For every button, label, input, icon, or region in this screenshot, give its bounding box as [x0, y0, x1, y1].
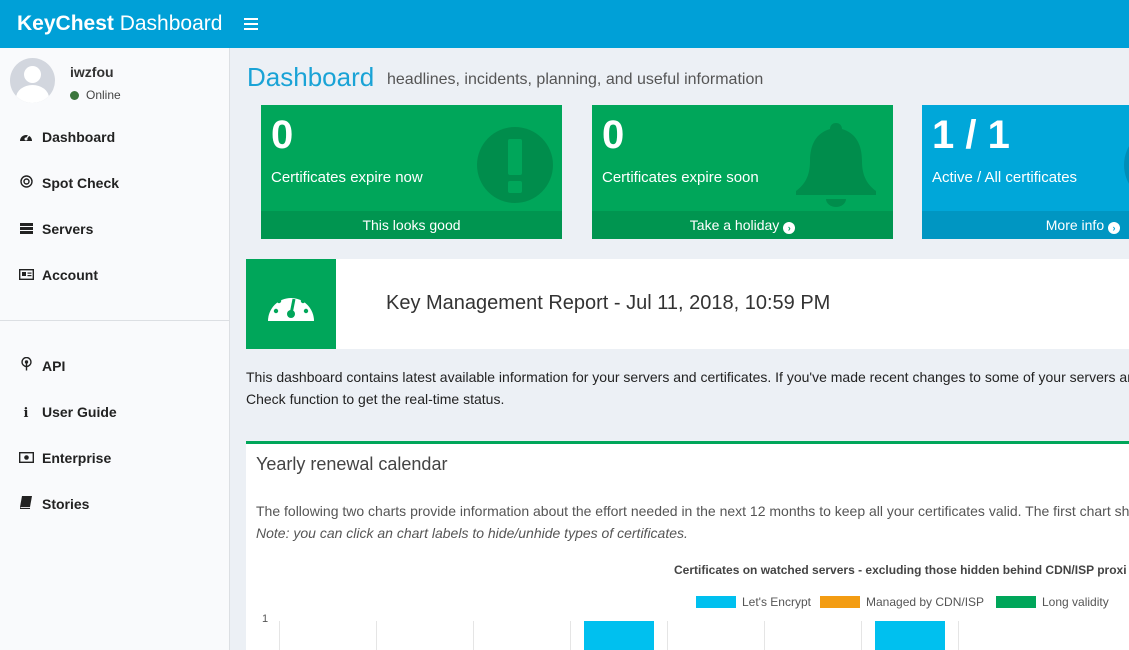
- intro-line-1: This dashboard contains latest available…: [246, 369, 1129, 385]
- sidebar-item-spot-check[interactable]: Spot Check: [0, 163, 229, 203]
- arrow-circle-right-icon: ›: [1108, 222, 1120, 234]
- info-icon: i: [23, 406, 29, 421]
- sidebar-item-dashboard[interactable]: Dashboard: [0, 117, 229, 157]
- grid-line: [376, 621, 377, 650]
- book-icon: [18, 485, 34, 525]
- sidebar-item-label: Dashboard: [42, 129, 116, 145]
- sidebar-item-api[interactable]: API: [0, 346, 229, 386]
- grid-line: [861, 621, 862, 650]
- legend-lets-encrypt[interactable]: Let's Encrypt: [696, 595, 811, 609]
- online-dot-icon: [70, 91, 79, 100]
- panel-desc-text: The following two charts provide informa…: [256, 503, 1129, 519]
- user-panel: iwzfou Online: [0, 48, 230, 110]
- legend-swatch: [696, 596, 736, 608]
- user-status-label: Online: [86, 88, 121, 102]
- grid-line: [570, 621, 571, 650]
- legend-label: Let's Encrypt: [742, 595, 811, 609]
- user-status: Online: [70, 88, 121, 102]
- sidebar-item-label: Servers: [42, 221, 94, 237]
- stat-footer-label: Take a holiday: [689, 217, 780, 233]
- stat-value: 0: [602, 113, 625, 157]
- chart-bar[interactable]: [875, 621, 945, 650]
- arrow-circle-right-icon: ›: [783, 222, 796, 234]
- app-logo[interactable]: KeyChest Dashboard: [0, 0, 230, 48]
- speedometer-icon: [18, 118, 34, 158]
- top-navbar: KeyChest Dashboard: [0, 0, 1129, 48]
- panel-description: The following two charts provide informa…: [256, 500, 1129, 544]
- renewal-calendar-panel: Yearly renewal calendar The following tw…: [246, 441, 1129, 650]
- grid-line: [473, 621, 474, 650]
- report-banner: Key Management Report - Jul 11, 2018, 10…: [246, 259, 1129, 349]
- stat-value: 1 / 1: [932, 113, 1010, 157]
- legend-long-validity[interactable]: Long validity: [996, 595, 1109, 609]
- grid-line: [279, 621, 280, 650]
- id-card-icon: [18, 256, 34, 296]
- legend-label: Managed by CDN/ISP: [866, 595, 985, 609]
- sidebar-item-label: Account: [42, 267, 98, 283]
- legend-swatch: [996, 596, 1036, 608]
- y-tick-label: 1: [262, 613, 269, 625]
- intro-text: This dashboard contains latest available…: [246, 366, 1129, 410]
- panel-title: Yearly renewal calendar: [256, 454, 448, 474]
- sidebar-item-label: Enterprise: [42, 450, 112, 466]
- target-icon: [18, 164, 34, 204]
- user-name: iwzfou: [70, 64, 114, 80]
- grid-line: [667, 621, 668, 650]
- hamburger-icon[interactable]: [240, 12, 262, 36]
- sidebar-item-account[interactable]: Account: [0, 255, 229, 295]
- server-icon: [18, 210, 34, 250]
- take-holiday-link[interactable]: Take a holiday ›: [592, 211, 893, 239]
- chart-title: Certificates on watched servers - exclud…: [674, 563, 1127, 577]
- logo-bold: KeyChest: [17, 12, 114, 35]
- stat-value: 0: [271, 113, 294, 157]
- stat-footer-link[interactable]: This looks good: [261, 211, 562, 239]
- grid-line: [764, 621, 765, 650]
- report-icon-box: [246, 259, 336, 349]
- panel-note: Note: you can click an chart labels to h…: [256, 525, 688, 541]
- stat-footer-label: This looks good: [362, 217, 461, 233]
- grid-line: [958, 621, 959, 650]
- stat-label: Certificates expire soon: [602, 169, 759, 186]
- avatar: [10, 58, 55, 103]
- main-content: Dashboard headlines, incidents, planning…: [231, 48, 1129, 650]
- sidebar-item-label: Stories: [42, 496, 90, 512]
- stat-label: Certificates expire now: [271, 169, 423, 186]
- legend-managed-cdn[interactable]: Managed by CDN/ISP: [820, 595, 984, 609]
- report-title: Key Management Report - Jul 11, 2018, 10…: [386, 292, 831, 314]
- legend-label: Long validity: [1042, 595, 1109, 609]
- stat-box-expire-now: 0 Certificates expire now This looks goo…: [261, 105, 562, 239]
- sidebar-item-servers[interactable]: Servers: [0, 209, 229, 249]
- money-icon: [18, 439, 34, 479]
- more-info-link[interactable]: More info ›: [922, 211, 1129, 239]
- dashboard-gauge-icon: [268, 292, 314, 321]
- bell-icon: [792, 119, 876, 207]
- intro-line-2: Check function to get the real-time stat…: [246, 391, 505, 407]
- sidebar: iwzfou Online Dashboard Spot Check Serve…: [0, 48, 230, 650]
- stat-box-active-certificates: 1 / 1 Active / All certificates More inf…: [922, 105, 1129, 239]
- chart-bar[interactable]: [584, 621, 654, 650]
- sidebar-item-label: API: [42, 358, 66, 374]
- logo-rest: Dashboard: [113, 12, 223, 35]
- sidebar-item-label: Spot Check: [42, 175, 120, 191]
- page-subtitle: headlines, incidents, planning, and usef…: [387, 71, 764, 88]
- circle-icon: [1120, 123, 1129, 207]
- broadcast-icon: [18, 347, 34, 387]
- sidebar-item-label: User Guide: [42, 404, 117, 420]
- page-title: Dashboard: [247, 62, 375, 92]
- legend-swatch: [820, 596, 860, 608]
- sidebar-item-stories[interactable]: Stories: [0, 484, 229, 524]
- stat-footer-label: More info: [1045, 217, 1105, 233]
- stat-box-expire-soon: 0 Certificates expire soon Take a holida…: [592, 105, 893, 239]
- sidebar-item-enterprise[interactable]: Enterprise: [0, 438, 229, 478]
- stat-label: Active / All certificates: [932, 169, 1078, 186]
- nav-divider: [0, 320, 229, 321]
- sidebar-item-user-guide[interactable]: i User Guide: [0, 392, 229, 432]
- exclamation-circle-icon: [473, 123, 557, 207]
